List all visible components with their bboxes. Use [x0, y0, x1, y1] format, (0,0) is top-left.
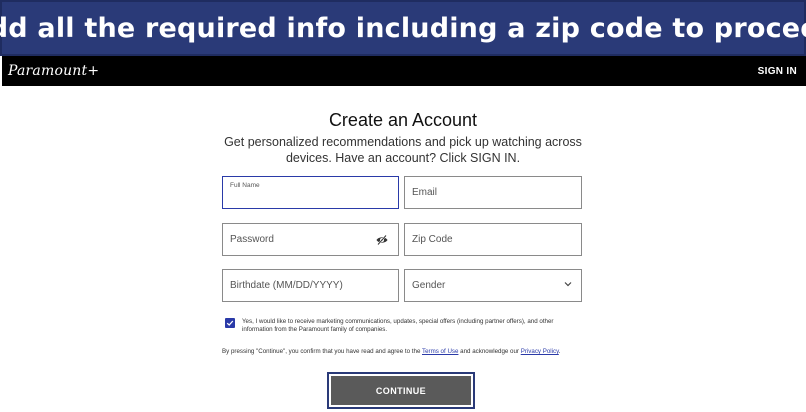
marketing-consent-text: Yes, I would like to receive marketing c…: [242, 318, 554, 333]
site-header: Paramount+ SIGN IN: [2, 56, 806, 86]
caption-banner: Add all the required info including a zi…: [0, 0, 806, 56]
marketing-checkbox[interactable]: [225, 318, 235, 328]
full-name-label: Full Name: [230, 182, 260, 189]
terms-notice: By pressing "Continue", you confirm that…: [222, 348, 586, 356]
continue-button[interactable]: CONTINUE: [331, 376, 471, 405]
privacy-policy-link[interactable]: Privacy Policy: [521, 348, 559, 355]
eye-slash-icon[interactable]: [376, 234, 388, 246]
paramount-logo[interactable]: Paramount+: [2, 63, 99, 79]
chevron-down-icon: [564, 282, 572, 287]
terms-of-use-link[interactable]: Terms of Use: [422, 348, 458, 355]
caption-text: Add all the required info including a zi…: [0, 12, 806, 44]
zip-code-placeholder: Zip Code: [412, 234, 453, 245]
gender-select[interactable]: Gender: [404, 269, 582, 302]
full-name-field[interactable]: Full Name: [222, 176, 399, 209]
email-placeholder: Email: [412, 187, 438, 198]
birthdate-field[interactable]: Birthdate (MM/DD/YYYY): [222, 269, 399, 302]
password-placeholder: Password: [230, 234, 274, 245]
page-title: Create an Account: [328, 110, 478, 130]
terms-prefix: By pressing "Continue", you confirm that…: [222, 348, 422, 355]
page-subtitle: Get personalized recommendations and pic…: [224, 135, 582, 165]
birthdate-placeholder: Birthdate (MM/DD/YYYY): [230, 280, 343, 291]
terms-suffix: .: [558, 348, 561, 355]
password-field[interactable]: Password: [222, 223, 399, 256]
sign-in-link[interactable]: SIGN IN: [758, 66, 806, 77]
zip-code-field[interactable]: Zip Code: [404, 223, 582, 256]
signup-screen: Add all the required info including a zi…: [0, 0, 806, 412]
terms-middle: and acknowledge our: [458, 348, 521, 355]
gender-placeholder: Gender: [412, 280, 446, 291]
email-field[interactable]: Email: [404, 176, 582, 209]
checkmark-icon: [226, 320, 234, 326]
